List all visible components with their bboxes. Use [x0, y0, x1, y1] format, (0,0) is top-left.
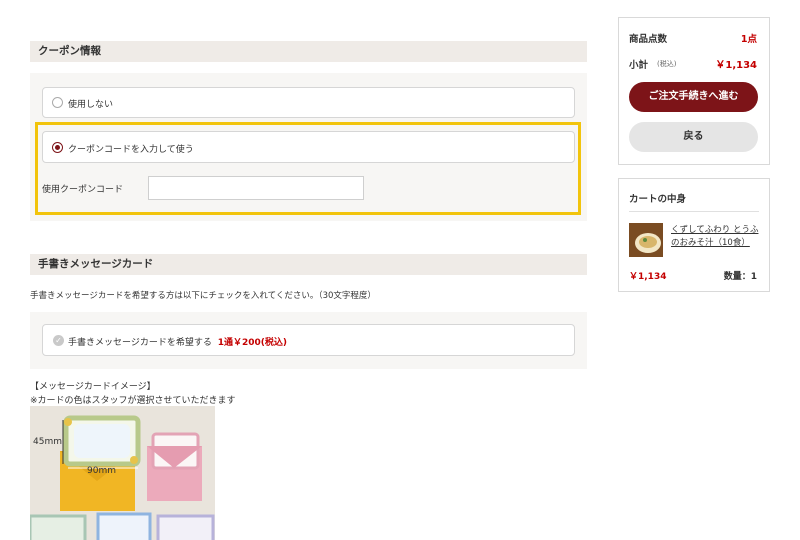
message-card-color-note: ※カードの色はスタッフが選択させていただきます: [30, 396, 236, 406]
coupon-option-none-label: 使用しない: [68, 100, 114, 110]
item-count-value: 1点: [740, 34, 757, 45]
miso-soup-image-icon: [629, 223, 663, 257]
message-card-section-heading: 手書きメッセージカード: [30, 254, 587, 275]
subtotal-value: ￥1,134: [715, 60, 757, 71]
cart-item-name[interactable]: くずしてふわり とうふのおみそ汁（10食）: [671, 224, 761, 250]
item-count-label: 商品点数: [629, 34, 668, 45]
coupon-option-use-label: クーポンコードを入力して使う: [68, 145, 194, 155]
check-icon[interactable]: ✓: [53, 335, 64, 346]
message-card-description: 手書きメッセージカードを希望する方は以下にチェックを入れてください。（30文字程…: [30, 291, 376, 301]
cart-item-price: ￥1,134: [629, 272, 667, 282]
cart-heading: カートの中身: [629, 194, 687, 205]
subtotal-label: 小計: [629, 60, 649, 71]
coupon-section-heading: クーポン情報: [30, 41, 587, 62]
cart-divider: [629, 211, 759, 212]
cart-contents-card: カートの中身 くずしてふわり とうふのおみそ汁（10食） ￥1,134 数量：1: [618, 178, 770, 292]
message-card-checkbox-label: 手書きメッセージカードを希望する: [68, 338, 212, 348]
checkout-button[interactable]: ご注文手続きへ進む: [629, 82, 758, 112]
cart-item-thumbnail[interactable]: [629, 223, 663, 257]
coupon-code-label: 使用クーポンコード: [42, 185, 124, 195]
message-card-image-caption: 【メッセージカードイメージ】: [30, 382, 156, 392]
coupon-code-input[interactable]: [148, 176, 364, 200]
tax-note: (税込): [657, 60, 677, 68]
message-card-illustration: [30, 415, 215, 540]
back-button[interactable]: 戻る: [629, 122, 758, 152]
dimension-width-label: 90mm: [87, 466, 116, 476]
message-card-image: 45mm 90mm: [30, 406, 215, 540]
coupon-option-none[interactable]: 使用しない: [42, 87, 575, 118]
message-card-price: 1通￥200(税込): [217, 338, 287, 348]
dimension-height-label: 45mm: [33, 437, 62, 447]
cart-item-quantity: 数量：1: [723, 272, 757, 282]
message-card-option[interactable]: ✓ 手書きメッセージカードを希望する 1通￥200(税込): [42, 324, 575, 356]
radio-checked-icon[interactable]: [52, 142, 63, 153]
order-summary-card: 商品点数 1点 小計 (税込) ￥1,134 ご注文手続きへ進む 戻る: [618, 17, 770, 165]
radio-unchecked-icon[interactable]: [52, 97, 63, 108]
coupon-option-use[interactable]: クーポンコードを入力して使う: [42, 131, 575, 163]
